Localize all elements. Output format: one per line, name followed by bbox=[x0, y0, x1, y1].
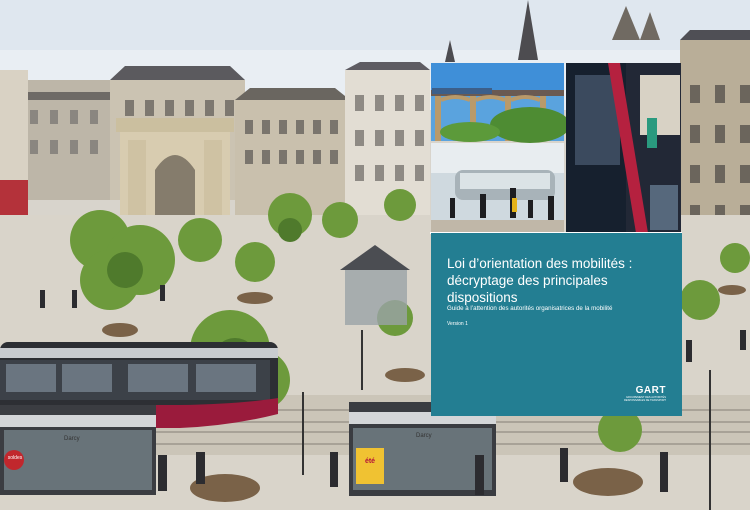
cover-title-line2: décryptage des principales dispositions bbox=[447, 273, 608, 305]
gart-logo: GART GROUPEMENT DES AUTORITÉS RESPONSABL… bbox=[616, 385, 666, 402]
document-cover: Loi d’orientation des mobilités : décryp… bbox=[431, 233, 682, 416]
shelter-sign-left: Darcy bbox=[64, 436, 80, 442]
cover-version: Version 1 bbox=[447, 321, 468, 327]
gart-logo-tagline: GROUPEMENT DES AUTORITÉS RESPONSABLES DE… bbox=[624, 396, 666, 402]
photo-scene: Darcy Darcy soldes été Loi d’orientation… bbox=[0, 0, 750, 510]
shelter-sign-right: Darcy bbox=[416, 433, 432, 439]
poster-right-text: été bbox=[364, 458, 376, 465]
poster-left-text: soldes bbox=[7, 455, 23, 461]
gart-logo-word: GART bbox=[635, 385, 666, 396]
cover-title: Loi d’orientation des mobilités : décryp… bbox=[447, 255, 672, 306]
cover-subtitle: Guide à l’attention des autorités organi… bbox=[447, 305, 613, 312]
cover-title-line1: Loi d’orientation des mobilités : bbox=[447, 256, 633, 271]
